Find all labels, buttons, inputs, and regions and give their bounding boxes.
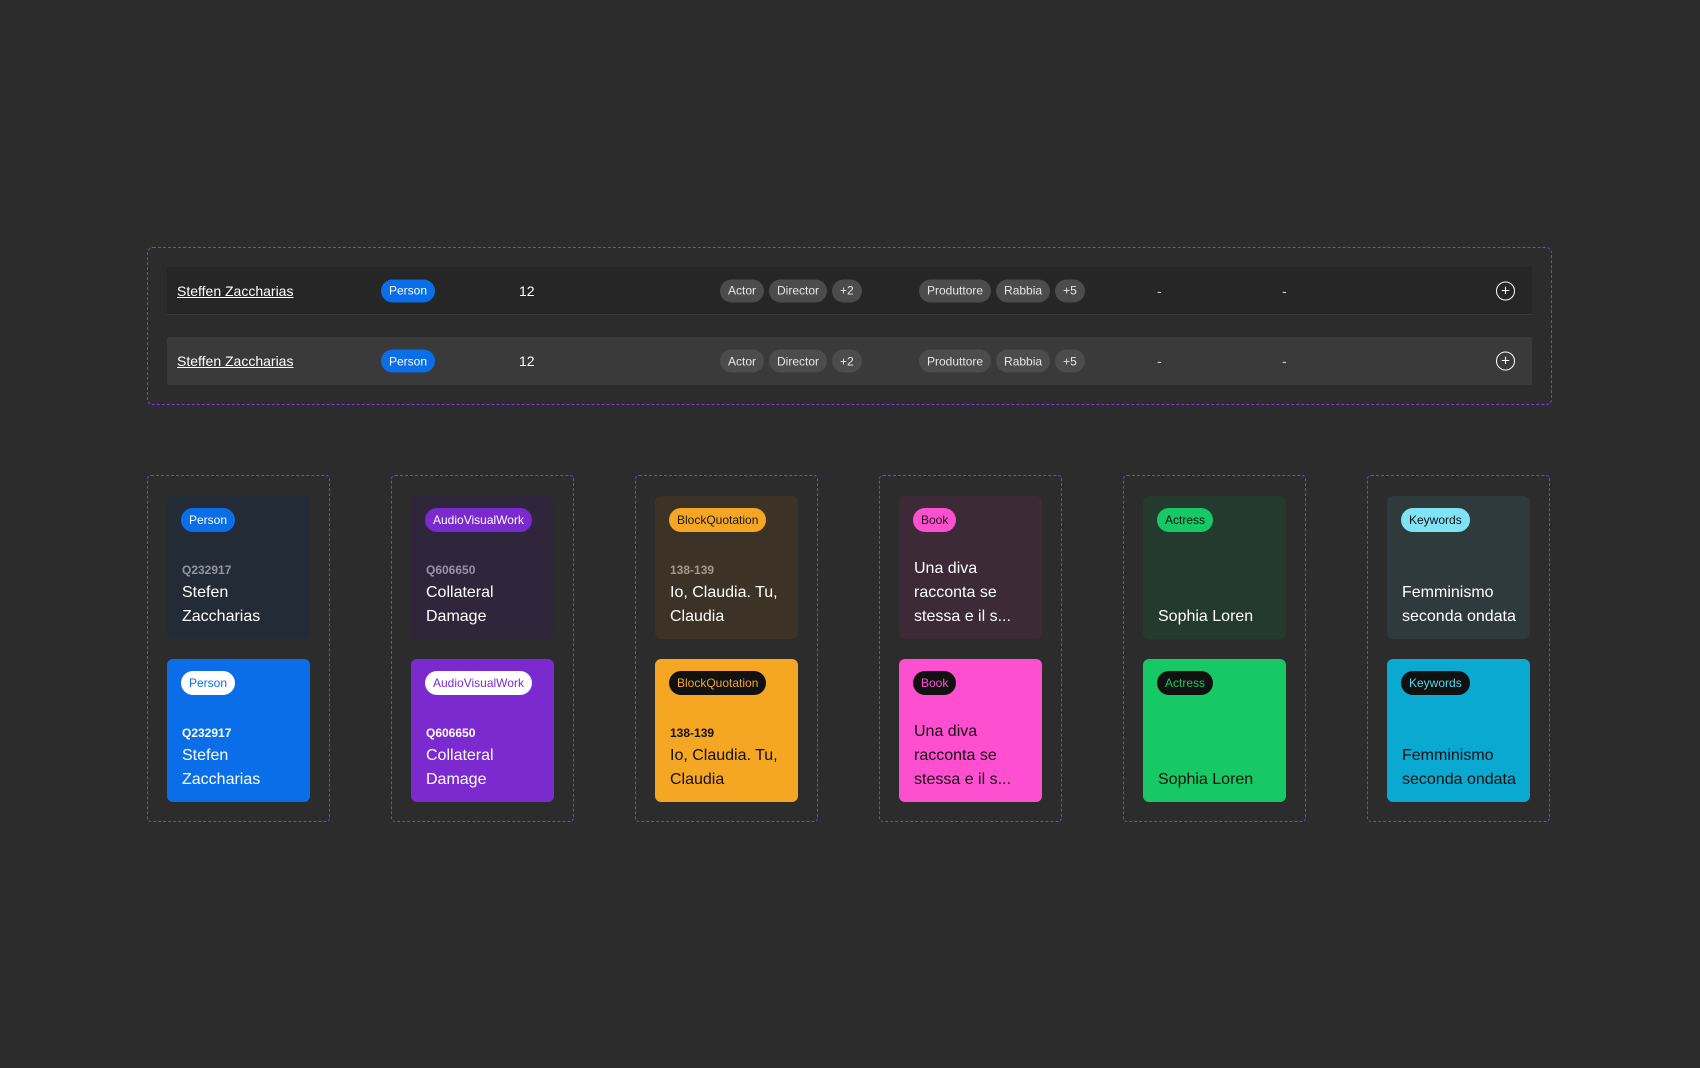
- card-body: Sophia Loren: [1158, 768, 1276, 792]
- card-body: Femminismo seconda ondata: [1402, 581, 1520, 629]
- card-body: 138-139 Io, Claudia. Tu, Claudia: [670, 563, 788, 629]
- card-body: Una diva racconta se stessa e il s...: [914, 557, 1032, 629]
- empty-cell: -: [1282, 282, 1287, 299]
- entity-card[interactable]: Person Q232917 Stefen Zaccharias: [167, 496, 310, 639]
- card-body: 138-139 Io, Claudia. Tu, Claudia: [670, 726, 788, 792]
- role-chip: Director: [769, 279, 828, 302]
- card-badge: Book: [913, 671, 957, 695]
- empty-cell: -: [1157, 282, 1162, 299]
- card-body: Femminismo seconda ondata: [1402, 744, 1520, 792]
- card-badge: Keywords: [1401, 508, 1470, 532]
- role-chip: Actor: [720, 279, 765, 302]
- card-group-keywords: Keywords Femminismo seconda ondata Keywo…: [1367, 475, 1550, 822]
- entity-card[interactable]: Actress Sophia Loren: [1143, 659, 1286, 802]
- card-id: 138-139: [670, 563, 715, 577]
- card-title: Femminismo seconda ondata: [1402, 584, 1516, 625]
- tag-chip: Rabbia: [996, 279, 1051, 302]
- card-group-actress: Actress Sophia Loren Actress Sophia Lore…: [1123, 475, 1306, 822]
- card-title: Io, Claudia. Tu, Claudia: [670, 747, 778, 788]
- card-title: Femminismo seconda ondata: [1402, 747, 1516, 788]
- more-roles-chip[interactable]: +2: [832, 349, 862, 373]
- card-body: Q232917 Stefen Zaccharias: [182, 726, 300, 792]
- entity-card[interactable]: BlockQuotation 138-139 Io, Claudia. Tu, …: [655, 659, 798, 802]
- card-group-person: Person Q232917 Stefen Zaccharias Person …: [147, 475, 330, 822]
- more-roles-chip[interactable]: +2: [832, 279, 862, 302]
- card-title: Sophia Loren: [1158, 771, 1254, 788]
- card-title: Collateral Damage: [426, 584, 494, 625]
- entity-card[interactable]: Keywords Femminismo seconda ondata: [1387, 659, 1530, 802]
- card-badge: Person: [181, 508, 236, 532]
- count-value: 12: [519, 353, 535, 369]
- card-title: Sophia Loren: [1158, 608, 1254, 625]
- card-badge: Actress: [1157, 671, 1214, 695]
- tag-chip: Rabbia: [996, 349, 1051, 373]
- card-id: Q606650: [426, 726, 476, 740]
- plus-circle-icon[interactable]: +: [1496, 351, 1515, 371]
- card-badge: BlockQuotation: [669, 508, 767, 532]
- card-body: Q232917 Stefen Zaccharias: [182, 563, 300, 629]
- card-title: Collateral Damage: [426, 747, 494, 788]
- tags-chips: Produttore Rabbia +5: [919, 279, 1085, 302]
- roles-chips: Actor Director +2: [720, 279, 862, 302]
- role-chip: Actor: [720, 349, 765, 373]
- role-chip: Director: [769, 349, 828, 373]
- card-title: Una diva racconta se stessa e il s...: [914, 560, 1011, 625]
- card-title: Una diva racconta se stessa e il s...: [914, 723, 1011, 788]
- table-row[interactable]: Steffen Zaccharias Person 12 Actor Direc…: [167, 337, 1532, 385]
- card-group-book: Book Una diva racconta se stessa e il s.…: [879, 475, 1062, 822]
- entity-card[interactable]: Person Q232917 Stefen Zaccharias: [167, 659, 310, 802]
- type-badge: Person: [381, 349, 436, 373]
- card-id: Q232917: [182, 726, 232, 740]
- table-row[interactable]: Steffen Zaccharias Person 12 Actor Direc…: [167, 267, 1532, 315]
- type-badge: Person: [381, 279, 436, 302]
- card-title: Stefen Zaccharias: [182, 747, 261, 788]
- card-body: Q606650 Collateral Damage: [426, 563, 544, 629]
- tags-chips: Produttore Rabbia +5: [919, 349, 1085, 373]
- card-group-audiovisualwork: AudioVisualWork Q606650 Collateral Damag…: [391, 475, 574, 822]
- card-id: Q606650: [426, 563, 476, 577]
- roles-chips: Actor Director +2: [720, 349, 862, 373]
- tag-chip: Produttore: [919, 279, 992, 302]
- entity-card[interactable]: Book Una diva racconta se stessa e il s.…: [899, 496, 1042, 639]
- count-value: 12: [519, 282, 535, 299]
- entity-card[interactable]: AudioVisualWork Q606650 Collateral Damag…: [411, 659, 554, 802]
- entity-name-link[interactable]: Steffen Zaccharias: [177, 283, 293, 299]
- card-body: Una diva racconta se stessa e il s...: [914, 720, 1032, 792]
- card-group-blockquotation: BlockQuotation 138-139 Io, Claudia. Tu, …: [635, 475, 818, 822]
- more-tags-chip[interactable]: +5: [1055, 349, 1085, 373]
- plus-circle-icon[interactable]: +: [1496, 281, 1515, 300]
- card-badge: Book: [913, 508, 957, 532]
- entity-card[interactable]: BlockQuotation 138-139 Io, Claudia. Tu, …: [655, 496, 798, 639]
- card-body: Sophia Loren: [1158, 605, 1276, 629]
- tag-chip: Produttore: [919, 349, 992, 373]
- empty-cell: -: [1157, 353, 1162, 369]
- card-badge: Keywords: [1401, 671, 1470, 695]
- card-badge: AudioVisualWork: [425, 671, 532, 695]
- card-badge: BlockQuotation: [669, 671, 767, 695]
- card-badge: AudioVisualWork: [425, 508, 532, 532]
- entity-card[interactable]: Keywords Femminismo seconda ondata: [1387, 496, 1530, 639]
- entity-card[interactable]: AudioVisualWork Q606650 Collateral Damag…: [411, 496, 554, 639]
- card-body: Q606650 Collateral Damage: [426, 726, 544, 792]
- card-badge: Person: [181, 671, 236, 695]
- card-id: Q232917: [182, 563, 232, 577]
- card-badge: Actress: [1157, 508, 1214, 532]
- card-title: Stefen Zaccharias: [182, 584, 261, 625]
- empty-cell: -: [1282, 353, 1287, 369]
- table-frame: Steffen Zaccharias Person 12 Actor Direc…: [147, 247, 1552, 405]
- more-tags-chip[interactable]: +5: [1055, 279, 1085, 302]
- entity-name-link[interactable]: Steffen Zaccharias: [177, 353, 293, 369]
- card-id: 138-139: [670, 726, 715, 740]
- entity-card[interactable]: Actress Sophia Loren: [1143, 496, 1286, 639]
- entity-card[interactable]: Book Una diva racconta se stessa e il s.…: [899, 659, 1042, 802]
- card-title: Io, Claudia. Tu, Claudia: [670, 584, 778, 625]
